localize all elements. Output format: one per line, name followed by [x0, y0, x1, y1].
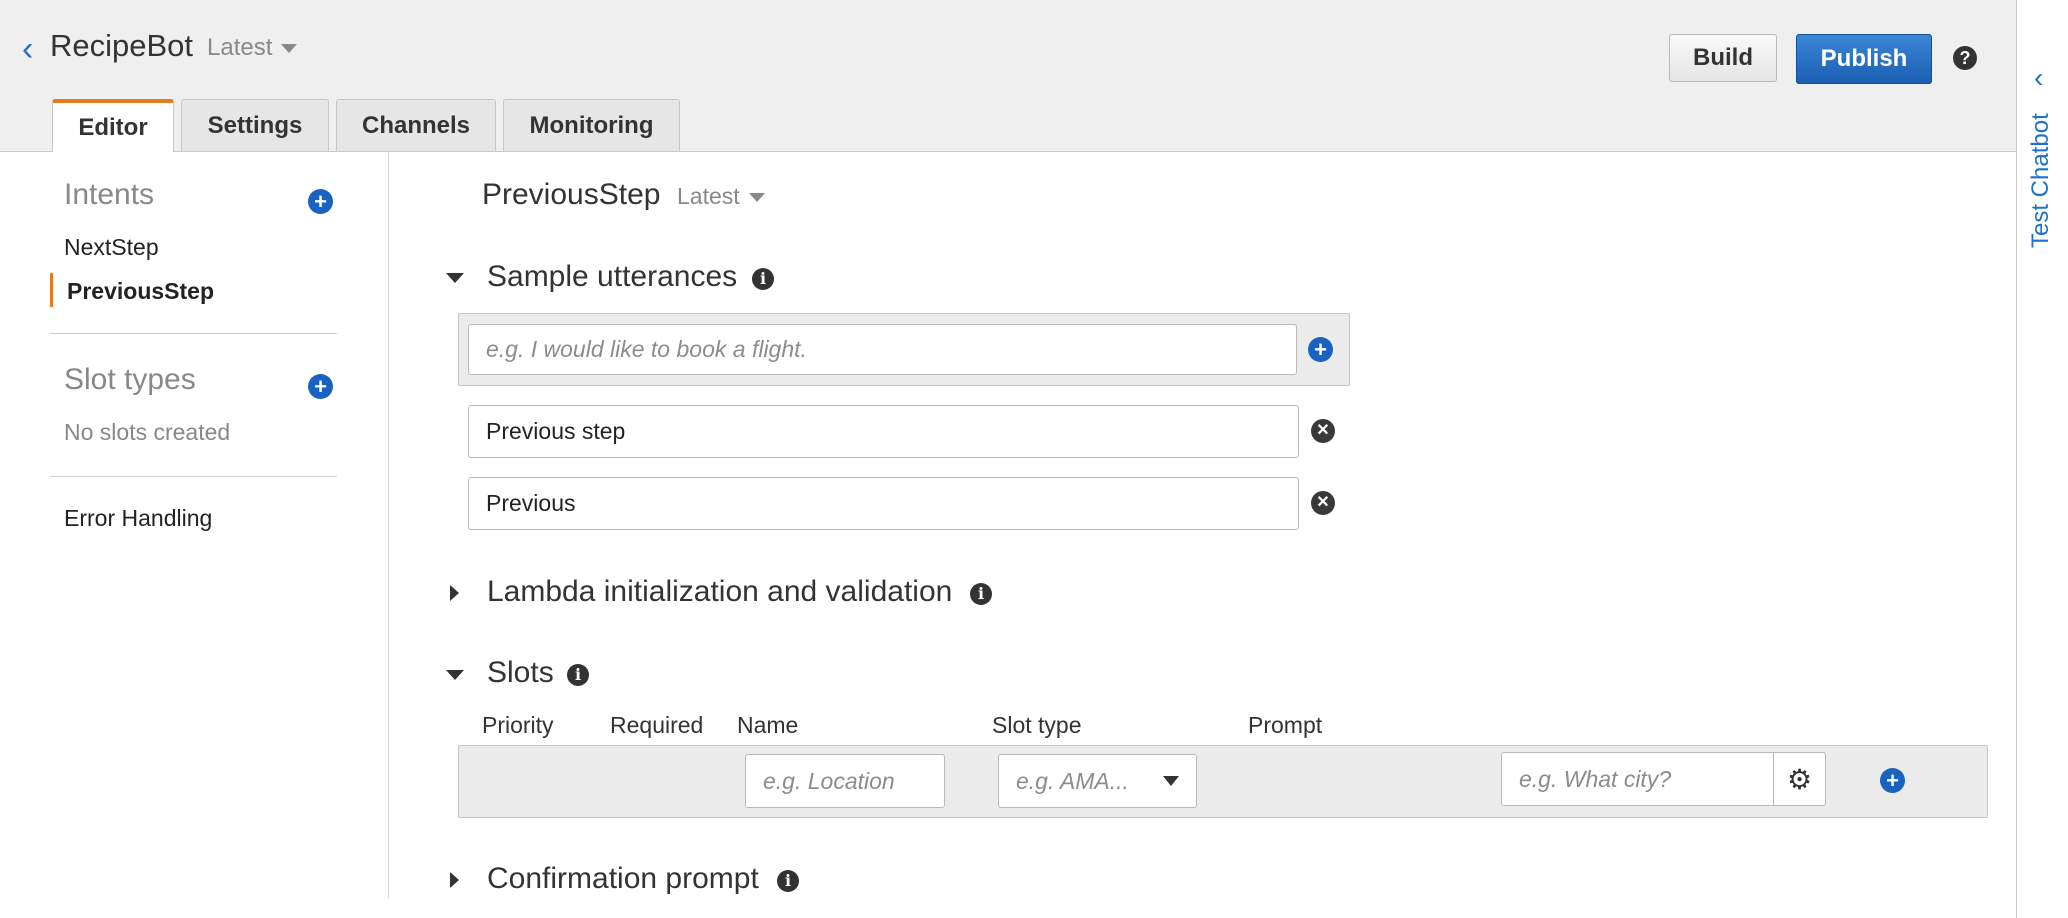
slot-name-placeholder: e.g. Location	[763, 767, 895, 794]
slot-prompt-input[interactable]: e.g. What city?	[1501, 752, 1774, 806]
info-icon[interactable]: i	[970, 583, 992, 605]
divider	[50, 476, 337, 477]
sidebar-item-previousstep[interactable]: PreviousStep	[67, 278, 214, 305]
add-slot-icon[interactable]: +	[1880, 768, 1905, 793]
info-icon[interactable]: i	[567, 664, 589, 686]
add-intent-icon[interactable]: +	[308, 189, 333, 214]
tab-monitoring[interactable]: Monitoring	[503, 99, 680, 151]
no-slots-text: No slots created	[64, 419, 231, 445]
confirmation-prompt-title[interactable]: Confirmation prompt	[487, 862, 759, 896]
slot-type-placeholder: e.g. AMA...	[1016, 767, 1129, 794]
sample-utterances-title[interactable]: Sample utterances	[487, 260, 737, 294]
column-header-required: Required	[610, 712, 704, 738]
slot-prompt-placeholder: e.g. What city?	[1519, 765, 1672, 792]
utterance-text: Previous	[486, 490, 576, 516]
caret-down-icon	[281, 44, 298, 54]
caret-down-icon	[748, 193, 765, 203]
remove-utterance-icon[interactable]: ✕	[1311, 491, 1335, 515]
remove-utterance-icon[interactable]: ✕	[1311, 419, 1335, 443]
utterance-placeholder: e.g. I would like to book a flight.	[486, 336, 807, 362]
column-header-name: Name	[737, 712, 799, 738]
slot-name-input[interactable]: e.g. Location	[745, 754, 945, 808]
version-label: Latest	[207, 34, 273, 61]
chevron-left-icon[interactable]: ‹	[22, 32, 40, 66]
slot-types-heading: Slot types	[64, 363, 196, 396]
utterance-field[interactable]: Previous step	[468, 405, 1299, 458]
add-utterance-icon[interactable]: +	[1308, 337, 1333, 362]
tab-editor[interactable]: Editor	[52, 99, 174, 153]
slot-type-select[interactable]: e.g. AMA...	[998, 754, 1197, 808]
intent-version-dropdown[interactable]: Latest	[677, 183, 765, 210]
tab-channels[interactable]: Channels	[336, 99, 496, 151]
selected-indicator	[50, 273, 53, 307]
expand-triangle-icon[interactable]	[450, 872, 459, 888]
expand-triangle-icon[interactable]	[450, 585, 459, 601]
error-handling-link[interactable]: Error Handling	[64, 505, 212, 532]
help-icon[interactable]: ?	[1953, 46, 1977, 70]
test-chatbot-label[interactable]: Test Chatbot	[2027, 113, 2055, 248]
tab-settings[interactable]: Settings	[181, 99, 329, 151]
add-slot-type-icon[interactable]: +	[308, 374, 333, 399]
slots-title[interactable]: Slots	[487, 656, 554, 690]
chevron-left-icon[interactable]: ‹	[2034, 62, 2043, 94]
caret-down-icon	[1163, 776, 1179, 786]
sidebar-item-nextstep[interactable]: NextStep	[64, 234, 159, 261]
build-button[interactable]: Build	[1669, 34, 1777, 82]
info-icon[interactable]: i	[752, 268, 774, 290]
utterance-field[interactable]: Previous	[468, 477, 1299, 530]
utterance-input[interactable]: e.g. I would like to book a flight.	[468, 324, 1297, 375]
publish-button[interactable]: Publish	[1796, 34, 1932, 84]
divider	[50, 333, 337, 334]
collapse-triangle-icon[interactable]	[446, 670, 464, 680]
intents-heading: Intents	[64, 178, 155, 211]
info-icon[interactable]: i	[777, 870, 799, 892]
version-dropdown[interactable]: Latest	[207, 34, 298, 62]
column-header-slot-type: Slot type	[992, 712, 1082, 738]
column-header-prompt: Prompt	[1248, 712, 1323, 738]
column-header-priority: Priority	[482, 712, 554, 738]
collapse-triangle-icon[interactable]	[446, 273, 464, 283]
intent-title: PreviousStep	[482, 178, 661, 211]
lambda-section-title[interactable]: Lambda initialization and validation	[487, 575, 952, 609]
bot-name: RecipeBot	[50, 28, 194, 63]
utterance-text: Previous step	[486, 418, 626, 444]
gear-icon[interactable]: ⚙	[1773, 752, 1826, 806]
intent-version-label: Latest	[677, 183, 740, 209]
